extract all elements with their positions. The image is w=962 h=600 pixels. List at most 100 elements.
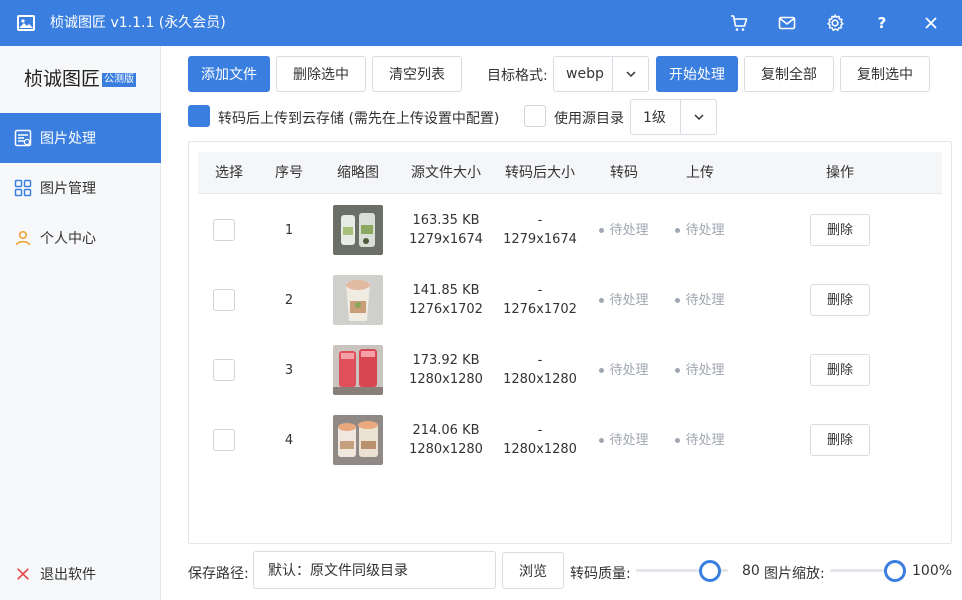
upload-status-text: 待处理 xyxy=(685,222,725,238)
row-checkbox[interactable] xyxy=(213,429,235,451)
file-table: 选择 序号 缩略图 源文件大小 转码后大小 转码 上传 操作 1 163.35 … xyxy=(188,141,952,544)
output-dimensions: 1280x1280 xyxy=(503,442,577,457)
exit-button[interactable]: 退出软件 xyxy=(14,564,96,584)
user-icon xyxy=(14,229,32,247)
delete-row-button[interactable]: 删除 xyxy=(810,354,870,386)
output-dimensions: 1279x1674 xyxy=(503,232,577,247)
transcode-status-text: 待处理 xyxy=(609,292,649,308)
save-path-label: 保存路径: xyxy=(188,566,249,582)
copy-all-button[interactable]: 复制全部 xyxy=(744,56,834,92)
level-select[interactable]: 1级 xyxy=(630,99,717,135)
use-source-dir-checkbox[interactable] xyxy=(524,105,546,127)
header-upload: 上传 xyxy=(686,165,714,181)
chevron-down-icon xyxy=(612,57,648,91)
copy-selected-button[interactable]: 复制选中 xyxy=(840,56,930,92)
source-dimensions: 1280x1280 xyxy=(409,372,483,387)
quality-slider[interactable] xyxy=(636,560,728,582)
delete-selected-button[interactable]: 删除选中 xyxy=(276,56,366,92)
header-index: 序号 xyxy=(275,165,303,181)
transcode-status: 待处理 xyxy=(599,431,649,450)
output-size: - xyxy=(537,213,543,228)
upload-status: 待处理 xyxy=(675,291,725,310)
table-header: 选择 序号 缩略图 源文件大小 转码后大小 转码 上传 操作 xyxy=(198,152,942,194)
status-dot-icon xyxy=(599,297,605,303)
add-file-button[interactable]: 添加文件 xyxy=(188,56,270,92)
sidebar-item-image-process[interactable]: 图片处理 xyxy=(0,113,161,163)
table-row: 4 214.06 KB 1280x1280 -1280x1280 待处理 待处理 … xyxy=(198,405,942,475)
sidebar-item-image-manage[interactable]: 图片管理 xyxy=(0,163,161,213)
status-dot-icon xyxy=(675,297,681,303)
sidebar-item-label: 个人中心 xyxy=(40,231,96,247)
sidebar-item-label: 图片处理 xyxy=(40,131,96,147)
header-action: 操作 xyxy=(826,165,854,181)
source-size: 173.92 KB xyxy=(412,353,480,368)
thumbnail-image xyxy=(333,345,383,395)
upload-status: 待处理 xyxy=(675,431,725,450)
cart-icon[interactable] xyxy=(724,8,754,38)
row-index: 1 xyxy=(284,222,294,238)
mail-icon[interactable] xyxy=(772,8,802,38)
gear-icon[interactable] xyxy=(820,8,850,38)
source-dimensions: 1279x1674 xyxy=(409,232,483,247)
table-row: 1 163.35 KB 1279x1674 -1279x1674 待处理 待处理 … xyxy=(198,195,942,265)
output-dimensions: 1280x1280 xyxy=(503,372,577,387)
quality-value: 80 xyxy=(742,563,760,579)
transcode-status: 待处理 xyxy=(599,221,649,240)
delete-row-button[interactable]: 删除 xyxy=(810,424,870,456)
output-size: - xyxy=(537,353,543,368)
app-icon xyxy=(16,13,36,33)
source-size: 141.85 KB xyxy=(412,283,480,298)
scale-slider[interactable] xyxy=(830,560,906,582)
image-process-icon xyxy=(14,129,32,147)
clear-list-button[interactable]: 清空列表 xyxy=(372,56,462,92)
source-size: 214.06 KB xyxy=(412,423,480,438)
row-checkbox[interactable] xyxy=(213,289,235,311)
table-row: 3 173.92 KB 1280x1280 -1280x1280 待处理 待处理 … xyxy=(198,335,942,405)
source-dimensions: 1276x1702 xyxy=(409,302,483,317)
window-title: 桢诚图匠 v1.1.1 (永久会员) xyxy=(50,15,226,31)
output-size: - xyxy=(537,423,543,438)
output-size: - xyxy=(537,283,543,298)
header-output-size: 转码后大小 xyxy=(505,165,575,181)
status-dot-icon xyxy=(599,227,605,233)
save-path-input[interactable]: 默认：原文件同级目录 xyxy=(253,551,496,589)
sidebar-item-label: 图片管理 xyxy=(40,181,96,197)
source-dimensions: 1280x1280 xyxy=(409,442,483,457)
transcode-status-text: 待处理 xyxy=(609,362,649,378)
target-format-select[interactable]: webp xyxy=(553,56,649,92)
quality-slider-handle[interactable] xyxy=(699,560,721,582)
upload-cloud-checkbox[interactable] xyxy=(188,105,210,127)
chevron-down-icon xyxy=(680,100,716,134)
header-thumbnail: 缩略图 xyxy=(337,165,379,181)
status-dot-icon xyxy=(675,227,681,233)
row-index: 4 xyxy=(284,432,294,448)
upload-status-text: 待处理 xyxy=(685,292,725,308)
use-source-dir-label: 使用源目录 xyxy=(554,111,624,127)
close-icon[interactable] xyxy=(916,8,946,38)
target-format-value: webp xyxy=(566,66,604,82)
delete-row-button[interactable]: 删除 xyxy=(810,284,870,316)
status-dot-icon xyxy=(599,437,605,443)
transcode-status-text: 待处理 xyxy=(609,222,649,238)
upload-status-text: 待处理 xyxy=(685,362,725,378)
row-checkbox[interactable] xyxy=(213,359,235,381)
scale-slider-handle[interactable] xyxy=(884,560,906,582)
sidebar-item-personal-center[interactable]: 个人中心 xyxy=(0,213,161,263)
table-row: 2 141.85 KB 1276x1702 -1276x1702 待处理 待处理 … xyxy=(198,265,942,335)
help-icon[interactable]: ? xyxy=(867,8,897,38)
thumbnail-image xyxy=(333,275,383,325)
start-process-button[interactable]: 开始处理 xyxy=(656,56,738,92)
header-select: 选择 xyxy=(215,165,243,181)
header-transcode: 转码 xyxy=(610,165,638,181)
thumbnail-image xyxy=(333,415,383,465)
transcode-status: 待处理 xyxy=(599,291,649,310)
delete-row-button[interactable]: 删除 xyxy=(810,214,870,246)
scale-value: 100% xyxy=(912,563,953,579)
browse-button[interactable]: 浏览 xyxy=(502,552,564,589)
close-icon xyxy=(14,565,32,583)
exit-label: 退出软件 xyxy=(40,567,96,583)
row-checkbox[interactable] xyxy=(213,219,235,241)
thumbnail-image xyxy=(333,205,383,255)
beta-badge: 公测版 xyxy=(102,72,137,87)
grid-icon xyxy=(14,179,32,197)
